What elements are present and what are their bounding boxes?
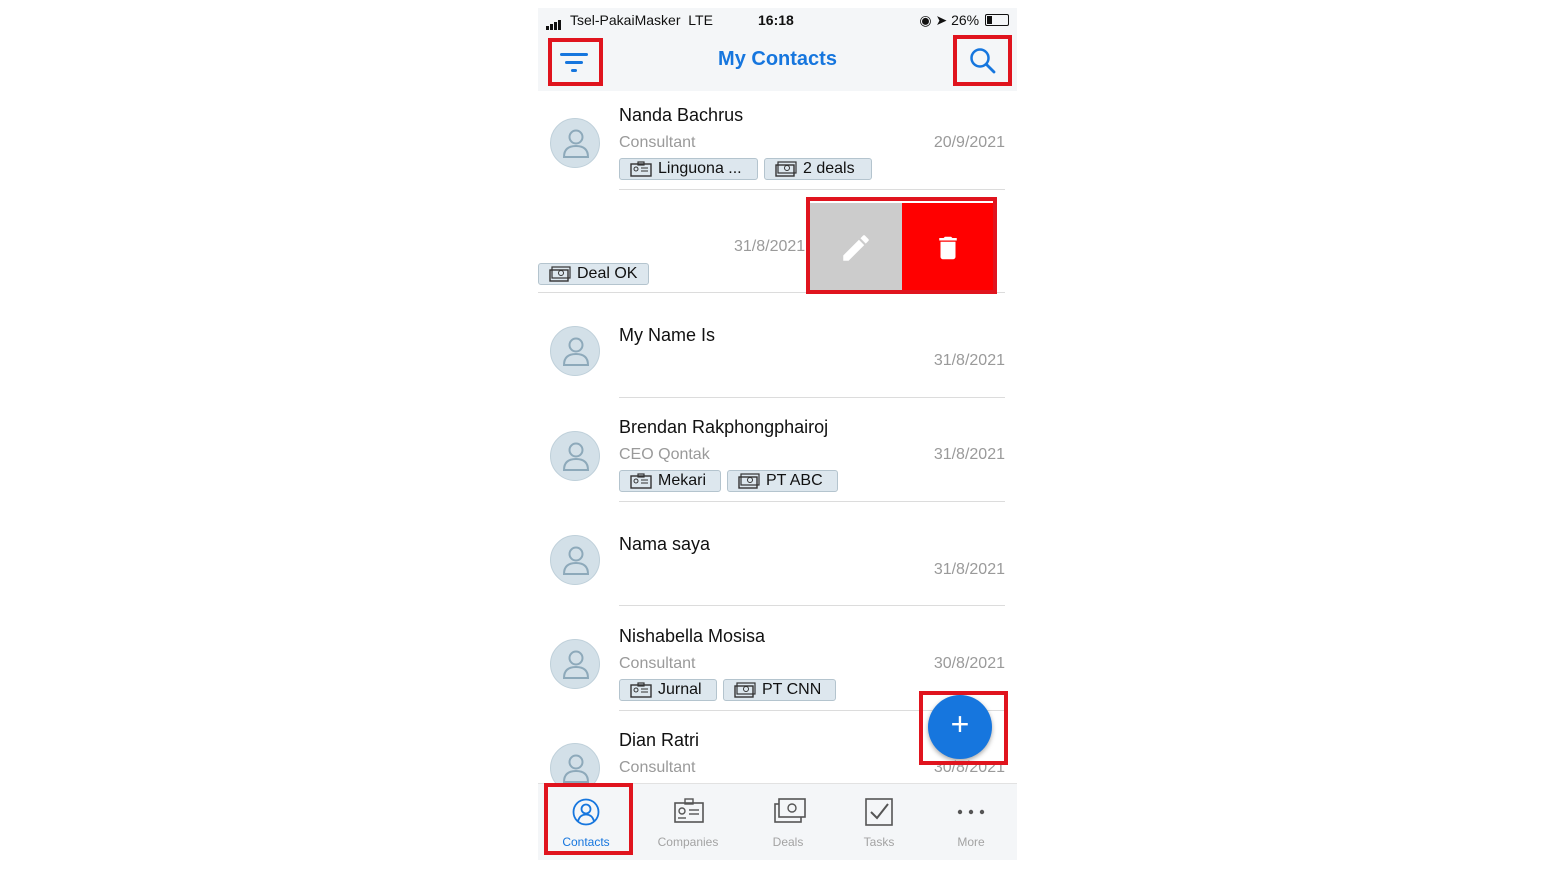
deals-tag-label: PT CNN	[762, 681, 822, 698]
contact-row[interactable]: Brendan Rakphongphairoj CEO Qontak 31/8/…	[538, 399, 1017, 503]
row-divider	[619, 605, 1005, 606]
navigation-bar: My Contacts	[538, 32, 1017, 91]
contact-row[interactable]: Nanda Bachrus Consultant 20/9/2021 Lingu…	[538, 91, 1017, 191]
deals-tag[interactable]: 2 deals	[764, 158, 872, 180]
contact-date: 31/8/2021	[734, 238, 806, 255]
avatar	[550, 118, 600, 168]
checkbox-icon	[865, 798, 893, 826]
avatar	[550, 431, 600, 481]
contact-date: 31/8/2021	[933, 561, 1005, 578]
money-icon	[775, 161, 797, 177]
id-card-icon	[674, 798, 704, 823]
row-divider	[619, 397, 1005, 398]
tab-companies[interactable]: Companies	[643, 784, 733, 860]
contact-name: Nishabella Mosisa	[619, 626, 766, 646]
person-icon	[563, 546, 589, 575]
company-tag[interactable]: Linguona ...	[619, 158, 758, 180]
deals-tag[interactable]: Deal OK	[538, 263, 649, 285]
tab-label: More	[957, 835, 985, 849]
row-divider	[619, 501, 1005, 502]
company-tag-label: Linguona ...	[658, 160, 742, 177]
contact-role: CEO Qontak	[619, 446, 710, 463]
id-card-icon	[630, 161, 652, 177]
contact-name: Dian Ratri	[619, 730, 700, 750]
lock-rotation-icon: ◉	[919, 12, 932, 28]
contact-name: My Name Is	[619, 325, 716, 345]
contact-date: 31/8/2021	[933, 446, 1005, 463]
contact-name: Brendan Rakphongphairoj	[619, 417, 829, 437]
contact-role: Consultant	[619, 134, 696, 151]
row-divider	[619, 189, 1005, 190]
battery-icon	[985, 14, 1009, 26]
contact-name: Nama saya	[619, 534, 711, 554]
person-icon	[563, 650, 589, 679]
avatar	[550, 326, 600, 376]
contact-role: Consultant	[619, 759, 696, 776]
highlight-filter	[548, 38, 603, 86]
clock: 16:18	[758, 12, 794, 28]
person-icon	[563, 442, 589, 471]
contact-date: 30/8/2021	[933, 655, 1005, 672]
status-bar: Tsel-PakaiMasker LTE 16:18 ◉ ➤ 26%	[538, 8, 1017, 32]
avatar	[550, 639, 600, 689]
contact-row[interactable]: Nama saya 31/8/2021	[538, 503, 1017, 607]
tab-label: Deals	[772, 835, 804, 849]
money-icon	[774, 798, 806, 823]
deals-tag[interactable]: PT ABC	[727, 470, 838, 492]
battery-percent: 26%	[951, 12, 980, 28]
tab-deals[interactable]: Deals	[743, 784, 833, 860]
contact-name: Nanda Bachrus	[619, 105, 744, 125]
page-title: My Contacts	[718, 48, 837, 70]
deals-tag-label: PT ABC	[766, 472, 823, 489]
contact-row[interactable]: My Name Is 31/8/2021	[538, 294, 1017, 399]
deals-tag[interactable]: PT CNN	[723, 679, 836, 701]
status-right: ◉ ➤ 26%	[919, 12, 1009, 29]
money-icon	[549, 266, 571, 282]
more-dots-icon	[957, 809, 985, 815]
contact-date: 31/8/2021	[933, 352, 1005, 369]
contact-role: Consultant	[619, 655, 696, 672]
location-arrow-icon: ➤	[935, 12, 948, 28]
id-card-icon	[630, 473, 652, 489]
highlight-add-button	[919, 691, 1008, 765]
company-tag-label: Jurnal	[658, 681, 702, 698]
company-tag-label: Mekari	[658, 472, 707, 489]
tab-more[interactable]: More	[926, 784, 1016, 860]
avatar	[550, 535, 600, 585]
person-icon	[563, 337, 589, 366]
tab-tasks[interactable]: Tasks	[834, 784, 924, 860]
contact-date: 20/9/2021	[933, 134, 1005, 151]
id-card-icon	[630, 682, 652, 698]
person-icon	[563, 129, 589, 158]
money-icon	[738, 473, 760, 489]
company-tag[interactable]: Mekari	[619, 470, 721, 492]
company-tag[interactable]: Jurnal	[619, 679, 717, 701]
highlight-contacts-tab	[544, 783, 633, 855]
person-icon	[563, 754, 589, 783]
tab-label: Companies	[657, 835, 719, 849]
highlight-search	[953, 35, 1012, 86]
deals-tag-label: Deal OK	[577, 265, 638, 282]
highlight-swipe-actions	[806, 197, 997, 294]
signal-icon	[546, 14, 562, 30]
money-icon	[734, 682, 756, 698]
carrier-name: Tsel-PakaiMasker LTE	[570, 12, 713, 28]
tab-label: Tasks	[863, 835, 895, 849]
deals-tag-label: 2 deals	[803, 160, 855, 177]
